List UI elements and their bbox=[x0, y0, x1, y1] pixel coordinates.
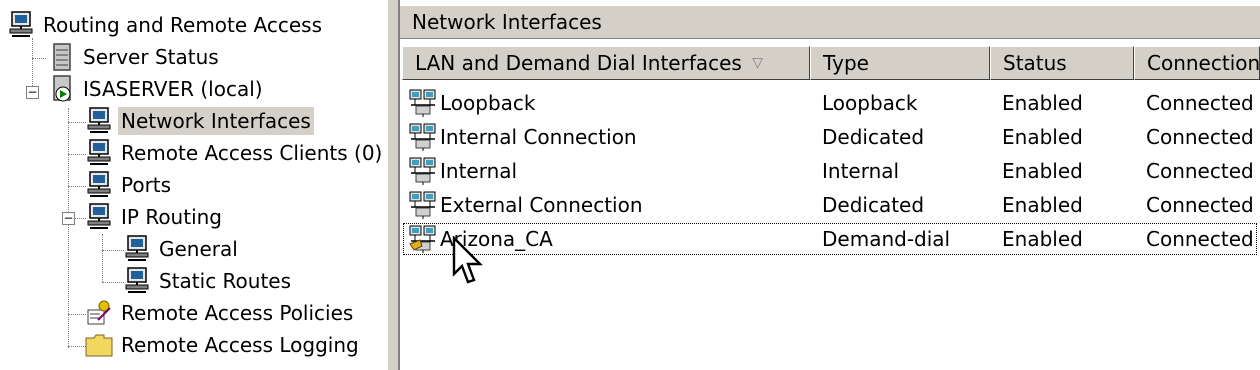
table-row[interactable]: Arizona_CA Demand-dial Enabled Connected bbox=[402, 222, 1258, 256]
row-status: Enabled bbox=[1002, 227, 1083, 251]
row-type: Loopback bbox=[822, 91, 918, 115]
column-header-label: LAN and Demand Dial Interfaces bbox=[415, 51, 742, 75]
table-row[interactable]: External Connection Dedicated Enabled Co… bbox=[402, 188, 1258, 222]
tree-item-server-status[interactable]: Server Status bbox=[46, 42, 222, 72]
row-name-cell: Loopback bbox=[408, 86, 536, 120]
computer-icon bbox=[87, 203, 111, 229]
server-running-icon bbox=[53, 75, 71, 102]
row-type: Dedicated bbox=[822, 193, 925, 217]
network-adapter-icon bbox=[409, 157, 436, 186]
row-connection: Connected bbox=[1146, 193, 1254, 217]
row-status: Enabled bbox=[1002, 91, 1083, 115]
column-header-connection[interactable]: Connection bbox=[1134, 46, 1260, 80]
column-header-type[interactable]: Type bbox=[810, 46, 990, 80]
row-name: Internal Connection bbox=[440, 125, 637, 149]
mouse-cursor-icon bbox=[452, 236, 483, 284]
tree-item-static-routes[interactable]: Static Routes bbox=[122, 266, 294, 296]
column-header-name[interactable]: LAN and Demand Dial Interfaces ▽ bbox=[402, 46, 810, 80]
policy-icon bbox=[87, 300, 111, 325]
row-status: Enabled bbox=[1002, 159, 1083, 183]
tree-item-general[interactable]: General bbox=[122, 234, 241, 264]
collapse-toggle[interactable]: − bbox=[62, 212, 75, 225]
folder-icon bbox=[85, 334, 113, 357]
tree-item-label: Remote Access Clients (0) bbox=[121, 141, 383, 165]
network-adapter-icon bbox=[409, 123, 436, 152]
computer-icon bbox=[125, 267, 149, 293]
tree-item-label: Network Interfaces bbox=[118, 107, 314, 135]
computer-icon bbox=[9, 11, 33, 37]
column-header-label: Status bbox=[1003, 51, 1067, 75]
row-status: Enabled bbox=[1002, 125, 1083, 149]
tree-item-isaserver[interactable]: ISASERVER (local) bbox=[46, 74, 266, 104]
column-header-status[interactable]: Status bbox=[990, 46, 1134, 80]
sort-descending-icon: ▽ bbox=[752, 55, 763, 71]
demand-dial-icon bbox=[409, 225, 436, 254]
tree-connector bbox=[32, 58, 46, 59]
tree-item-ports[interactable]: Ports bbox=[84, 170, 174, 200]
table-row[interactable]: Internal Connection Dedicated Enabled Co… bbox=[402, 120, 1258, 154]
tree-item-label: Server Status bbox=[83, 45, 219, 69]
tree-item-label: IP Routing bbox=[121, 205, 222, 229]
computer-icon bbox=[87, 139, 111, 165]
row-name-cell: Internal Connection bbox=[408, 120, 637, 154]
server-icon bbox=[53, 43, 71, 71]
row-connection: Connected bbox=[1146, 227, 1254, 251]
row-type: Internal bbox=[822, 159, 900, 183]
panel-title-bar: Network Interfaces bbox=[400, 6, 1260, 39]
tree-connector bbox=[102, 250, 124, 251]
tree-connector bbox=[102, 234, 103, 282]
computer-icon bbox=[87, 171, 111, 197]
tree-item-label: Remote Access Logging bbox=[121, 333, 359, 357]
row-connection: Connected bbox=[1146, 91, 1254, 115]
network-adapter-icon bbox=[409, 89, 436, 118]
tree-item-label: Remote Access Policies bbox=[121, 301, 354, 325]
table-row[interactable]: Internal Internal Enabled Connected bbox=[402, 154, 1258, 188]
computer-icon bbox=[125, 235, 149, 261]
tree-item-ip-routing[interactable]: IP Routing bbox=[84, 202, 225, 232]
row-name: Internal bbox=[440, 159, 518, 183]
network-adapter-icon bbox=[409, 191, 436, 220]
panel-title: Network Interfaces bbox=[412, 10, 602, 34]
row-name-cell: External Connection bbox=[408, 188, 643, 222]
row-type: Demand-dial bbox=[822, 227, 951, 251]
tree-connector bbox=[68, 108, 69, 348]
tree-item-label: Static Routes bbox=[159, 269, 292, 293]
tree-connector bbox=[32, 38, 33, 58]
tree-item-remote-access-clients[interactable]: Remote Access Clients (0) bbox=[84, 138, 385, 168]
column-header-label: Connection bbox=[1147, 51, 1260, 75]
row-status: Enabled bbox=[1002, 193, 1083, 217]
details-pane: Network Interfaces LAN and Demand Dial I… bbox=[398, 0, 1260, 370]
row-connection: Connected bbox=[1146, 159, 1254, 183]
tree-item-label: General bbox=[159, 237, 238, 261]
tree-root-label: Routing and Remote Access bbox=[43, 13, 323, 37]
row-name: Loopback bbox=[440, 91, 536, 115]
collapse-toggle[interactable]: − bbox=[26, 86, 39, 99]
tree-item-label: ISASERVER (local) bbox=[83, 77, 263, 101]
row-name: External Connection bbox=[440, 193, 643, 217]
computer-icon bbox=[87, 107, 111, 133]
row-type: Dedicated bbox=[822, 125, 925, 149]
tree-connector bbox=[102, 282, 124, 283]
console-tree: − − Routing and Remote Access Server Sta… bbox=[0, 0, 390, 370]
tree-item-network-interfaces[interactable]: Network Interfaces bbox=[84, 106, 314, 136]
table-row[interactable]: Loopback Loopback Enabled Connected bbox=[402, 86, 1258, 120]
pane-splitter[interactable] bbox=[388, 0, 398, 370]
column-header-label: Type bbox=[823, 51, 869, 75]
row-name-cell: Internal bbox=[408, 154, 517, 188]
row-connection: Connected bbox=[1146, 125, 1254, 149]
tree-item-remote-access-policies[interactable]: Remote Access Policies bbox=[84, 298, 356, 328]
tree-root-routing[interactable]: Routing and Remote Access bbox=[6, 10, 325, 40]
tree-item-remote-access-logging[interactable]: Remote Access Logging bbox=[84, 330, 362, 360]
tree-item-label: Ports bbox=[121, 173, 172, 197]
